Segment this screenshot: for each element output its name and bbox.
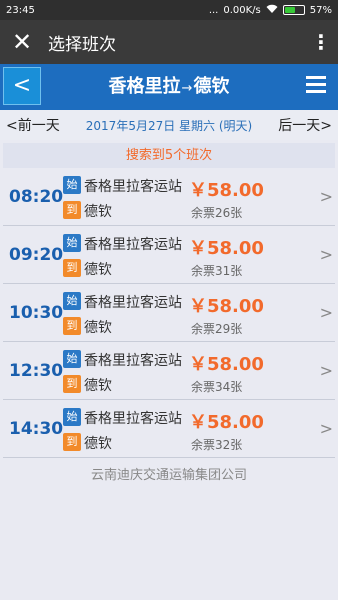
app-bar: ✕ 选择班次 ⋮ <box>0 20 338 64</box>
chevron-right-icon: > <box>319 361 333 380</box>
trip-row[interactable]: 14:30 始 香格里拉客运站 到 德钦 ￥58.00 余票32张 > <box>3 400 335 458</box>
destination-station: 德钦 <box>84 204 112 220</box>
menu-icon[interactable] <box>306 76 326 96</box>
destination-station: 德钦 <box>84 378 112 394</box>
route-header: < 香格里拉→德钦 <box>0 64 338 110</box>
trip-row[interactable]: 12:30 始 香格里拉客运站 到 德钦 ￥58.00 余票34张 > <box>3 342 335 400</box>
status-dots: ... <box>208 4 219 16</box>
departure-time: 08:20 <box>9 187 64 207</box>
departure-time: 10:30 <box>9 303 64 323</box>
route-origin: 香格里拉 <box>108 76 181 97</box>
departure-time: 14:30 <box>9 419 64 439</box>
start-badge: 始 <box>63 408 81 426</box>
remaining-seats: 余票34张 <box>191 380 243 394</box>
start-badge: 始 <box>63 176 81 194</box>
departure-time: 09:20 <box>9 245 64 265</box>
chevron-right-icon: > <box>319 245 333 264</box>
status-bar: 23:45 ... 0.00K/s 57% <box>0 0 338 20</box>
route-arrow: → <box>181 81 193 96</box>
page-title: 选择班次 <box>48 34 116 55</box>
date-navigator: <前一天 2017年5月27日 星期六 (明天) 后一天> <box>0 110 338 140</box>
chevron-right-icon: > <box>319 419 333 438</box>
ticket-price: ￥58.00 <box>189 354 264 375</box>
trip-row[interactable]: 08:20 始 香格里拉客运站 到 德钦 ￥58.00 余票26张 > <box>3 168 335 226</box>
close-button[interactable]: ✕ <box>0 20 44 64</box>
battery-percent: 57% <box>309 4 332 16</box>
trip-list: 08:20 始 香格里拉客运站 到 德钦 ￥58.00 余票26张 > 09:2… <box>3 168 335 458</box>
start-badge: 始 <box>63 292 81 310</box>
footer-company: 云南迪庆交通运输集团公司 <box>90 468 247 483</box>
chevron-right-icon: > <box>319 303 333 322</box>
origin-station: 香格里拉客运站 <box>84 353 182 369</box>
more-options-button[interactable]: ⋮ <box>304 20 338 64</box>
ticket-price: ￥58.00 <box>189 296 264 317</box>
status-right: ... 0.00K/s 57% <box>209 4 332 17</box>
network-speed: 0.00K/s <box>223 4 261 16</box>
remaining-seats: 余票32张 <box>191 438 243 452</box>
start-badge: 始 <box>63 350 81 368</box>
end-badge: 到 <box>63 201 81 219</box>
route-title: 香格里拉→德钦 <box>44 64 294 110</box>
wifi-icon <box>266 4 278 17</box>
ticket-price: ￥58.00 <box>189 180 264 201</box>
selected-date[interactable]: 2017年5月27日 星期六 (明天) <box>66 117 272 134</box>
ticket-price: ￥58.00 <box>189 412 264 433</box>
remaining-seats: 余票29张 <box>191 322 243 336</box>
origin-station: 香格里拉客运站 <box>84 179 182 195</box>
start-badge: 始 <box>63 234 81 252</box>
route-destination: 德钦 <box>193 76 230 97</box>
origin-station: 香格里拉客运站 <box>84 411 182 427</box>
trip-row[interactable]: 09:20 始 香格里拉客运站 到 德钦 ￥58.00 余票31张 > <box>3 226 335 284</box>
previous-day-link[interactable]: <前一天 <box>6 115 66 135</box>
remaining-seats: 余票26张 <box>191 206 243 220</box>
departure-time: 12:30 <box>9 361 64 381</box>
ticket-price: ￥58.00 <box>189 238 264 259</box>
destination-station: 德钦 <box>84 320 112 336</box>
chevron-right-icon: > <box>319 187 333 206</box>
end-badge: 到 <box>63 433 81 451</box>
destination-station: 德钦 <box>84 436 112 452</box>
search-result-count: 搜索到5个班次 <box>3 143 335 168</box>
end-badge: 到 <box>63 259 81 277</box>
back-button[interactable]: < <box>3 67 41 105</box>
battery-fill <box>284 7 296 13</box>
origin-station: 香格里拉客运站 <box>84 295 182 311</box>
end-badge: 到 <box>63 317 81 335</box>
remaining-seats: 余票31张 <box>191 264 243 278</box>
trip-row[interactable]: 10:30 始 香格里拉客运站 到 德钦 ￥58.00 余票29张 > <box>3 284 335 342</box>
end-badge: 到 <box>63 375 81 393</box>
origin-station: 香格里拉客运站 <box>84 237 182 253</box>
next-day-link[interactable]: 后一天> <box>272 115 332 135</box>
status-time: 23:45 <box>6 4 35 16</box>
battery-icon <box>282 5 305 15</box>
destination-station: 德钦 <box>84 262 112 278</box>
